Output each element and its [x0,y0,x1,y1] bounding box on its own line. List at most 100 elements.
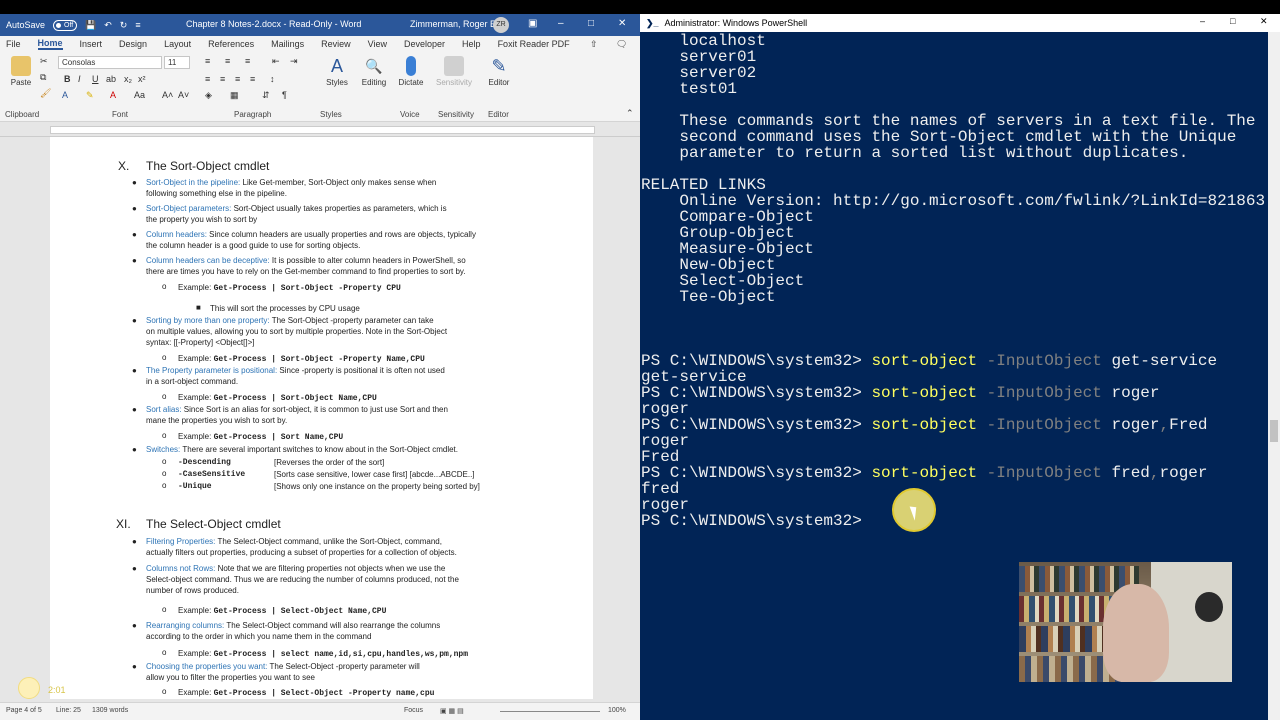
change-case-icon[interactable]: Aa [134,90,145,100]
font-name-box[interactable]: Consolas [58,56,162,69]
styles-button[interactable]: A Styles [322,56,352,87]
group-paragraph: Paragraph [234,110,272,119]
tab-file[interactable]: File [6,39,21,49]
shrink-font-icon[interactable]: A˅ [178,90,189,100]
ps-minimize-icon[interactable]: – [1200,16,1205,26]
console-line: Tee-Object [641,288,776,306]
shading-icon[interactable]: ◈ [205,90,212,101]
ribbon-display-icon[interactable]: ▣ [528,18,537,29]
timer-text: 2:01 [48,685,66,695]
document-page[interactable]: X. The Sort-Object cmdlet ● Sort-Object … [50,137,593,699]
example-line: Example: Get-Process | Select-Object Nam… [178,606,387,616]
redo-icon[interactable]: ↻ [120,20,128,31]
show-formatting-icon[interactable]: ¶ [282,90,287,100]
tab-help[interactable]: Help [462,39,481,49]
multilevel-icon[interactable]: ≡ [245,56,250,66]
console-line: These commands sort the names of servers… [641,112,1256,130]
strikethrough-icon[interactable]: ab [106,74,116,84]
console-line: Measure-Object [641,240,814,258]
status-page[interactable]: Page 4 of 5 [6,707,42,714]
console-prompt-line: PS C:\WINDOWS\system32> sort-object -Inp… [641,352,1218,370]
comments-icon[interactable]: 🗨 [616,39,627,50]
increase-indent-icon[interactable]: ⇥ [290,56,298,67]
save-icon[interactable]: 💾 [85,20,96,31]
list-item: Column headers: Since column headers are… [146,230,476,250]
share-icon[interactable]: ⇧ [590,39,598,50]
ps-scrollbar[interactable] [1268,32,1280,720]
subscript-icon[interactable]: x₂ [124,74,132,84]
justify-icon[interactable]: ≡ [250,74,255,84]
bold-icon[interactable]: B [64,74,71,84]
ps-close-icon[interactable]: ✕ [1260,16,1268,27]
avatar[interactable]: ZR [493,17,509,33]
autosave-label: AutoSave [6,20,46,30]
sensitivity-button[interactable]: Sensitivity [434,56,474,87]
section-10-number: X. [118,159,130,173]
minimize-icon[interactable]: – [558,18,564,29]
line-spacing-icon[interactable]: ↕ [270,74,275,84]
tab-home[interactable]: Home [37,38,63,50]
tab-references[interactable]: References [208,39,254,49]
section-11-number: XI. [116,517,131,531]
zoom-slider[interactable] [500,711,600,712]
cut-icon[interactable]: ✂ [40,56,48,67]
italic-icon[interactable]: I [78,74,81,84]
tab-developer[interactable]: Developer [404,39,445,49]
tab-insert[interactable]: Insert [80,39,103,49]
user-name[interactable]: Zimmerman, Roger E [410,19,496,29]
editor-button[interactable]: ✎ Editor [484,56,514,87]
font-size-box[interactable]: 11 [164,56,190,69]
bullets-icon[interactable]: ≡ [205,56,210,66]
tab-review[interactable]: Review [321,39,351,49]
console-line: server01 [641,48,757,66]
format-painter-icon[interactable]: 🖌 [40,88,51,99]
screen-top-bar [0,0,1280,14]
decrease-indent-icon[interactable]: ⇤ [272,56,280,67]
tab-layout[interactable]: Layout [164,39,191,49]
horizontal-ruler[interactable] [0,123,640,137]
console-line: fred [641,480,680,498]
sort-icon[interactable]: ⇵ [262,90,270,101]
console-line: parameter to return a sorted list withou… [641,144,1189,162]
clipboard-icon [11,56,31,76]
console-line: RELATED LINKS [641,176,766,194]
ps-maximize-icon[interactable]: □ [1230,16,1235,26]
status-bar: Page 4 of 5 Line: 25 1309 words Focus ▣ … [0,702,640,720]
tab-design[interactable]: Design [119,39,147,49]
dictate-button[interactable]: Dictate [396,56,426,87]
editing-button[interactable]: 🔍 Editing [358,56,390,87]
underline-icon[interactable]: U [92,74,99,84]
copy-icon[interactable]: ⧉ [40,72,46,83]
undo-icon[interactable]: ↶ [104,20,112,31]
status-line: Line: 25 [56,707,81,714]
tab-foxit[interactable]: Foxit Reader PDF [498,39,570,49]
view-icons[interactable]: ▣ ▦ ▤ [440,707,464,715]
ps-scroll-thumb[interactable] [1270,420,1278,442]
autosave-toggle[interactable]: Off [53,19,78,31]
font-color-icon[interactable]: A [110,90,116,100]
superscript-icon[interactable]: x² [138,74,146,84]
close-icon[interactable]: ✕ [618,18,626,29]
numbering-icon[interactable]: ≡ [225,56,230,66]
focus-button[interactable]: Focus [404,707,423,714]
paste-button[interactable]: Paste [6,56,36,87]
grow-font-icon[interactable]: A˄ [162,90,173,100]
align-center-icon[interactable]: ≡ [220,74,225,84]
example-line: Example: Get-Process | Select-Object -Pr… [178,688,435,698]
status-words[interactable]: 1309 words [92,707,128,714]
tab-mailings[interactable]: Mailings [271,39,304,49]
text-effects-icon[interactable]: A [62,90,68,100]
tab-view[interactable]: View [368,39,387,49]
collapse-ribbon-icon[interactable]: ⌃ [626,108,634,119]
magnifier-icon: 🔍 [365,58,383,74]
customize-qat-icon[interactable]: ≡ [135,20,140,30]
highlight-icon[interactable]: ✎ [86,90,94,101]
word-vertical-scrollbar[interactable] [630,137,640,699]
borders-icon[interactable]: ▦ [230,90,239,101]
console-line: test01 [641,80,738,98]
example-line: Example: Get-Process | Sort Name,CPU [178,432,344,442]
zoom-level[interactable]: 100% [608,707,626,714]
align-right-icon[interactable]: ≡ [235,74,240,84]
align-left-icon[interactable]: ≡ [205,74,210,84]
maximize-icon[interactable]: □ [588,18,594,29]
